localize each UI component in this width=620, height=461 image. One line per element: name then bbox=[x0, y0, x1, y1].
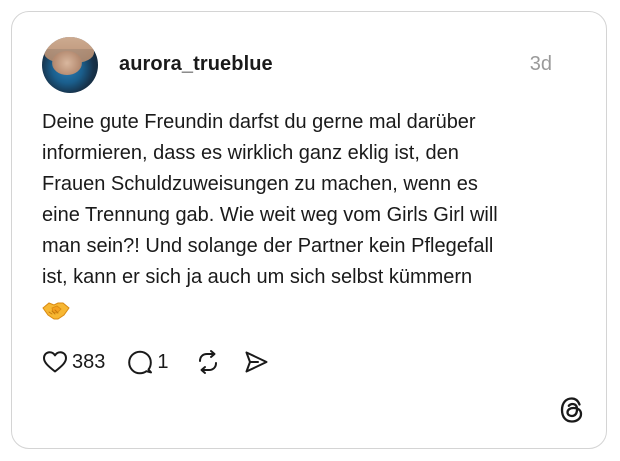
like-count: 383 bbox=[72, 350, 106, 373]
post-text: Deine gute Freundin darfst du gerne mal … bbox=[42, 107, 577, 293]
post-text-line: man sein?! Und solange der Partner kein … bbox=[42, 235, 494, 257]
post-actions: 383 1 bbox=[42, 348, 269, 376]
post-text-line: eine Trennung gab. Wie weit weg vom Girl… bbox=[42, 204, 498, 226]
post-text-line: Frauen Schuldzuweisungen zu machen, wenn… bbox=[42, 173, 478, 195]
repost-icon bbox=[198, 350, 217, 374]
repost-button[interactable] bbox=[195, 349, 221, 375]
heart-icon bbox=[43, 351, 67, 373]
post-card: aurora_trueblue 3d Deine gute Freundin d… bbox=[11, 11, 607, 449]
avatar[interactable] bbox=[42, 37, 98, 93]
threads-logo-icon bbox=[560, 397, 583, 423]
share-button[interactable] bbox=[243, 349, 269, 375]
handshake-emoji-icon bbox=[42, 302, 70, 320]
post-timestamp: 3d bbox=[529, 53, 552, 75]
post-text-line: Deine gute Freundin darfst du gerne mal … bbox=[42, 111, 476, 133]
like-button[interactable]: 383 bbox=[42, 350, 105, 374]
post-text-line: informieren, dass es wirklich ganz eklig… bbox=[42, 142, 459, 164]
post-text-line: ist, kann er sich ja auch um sich selbst… bbox=[42, 266, 473, 288]
reply-button[interactable]: 1 bbox=[127, 349, 169, 375]
reply-count: 1 bbox=[157, 350, 169, 373]
send-icon bbox=[245, 351, 267, 373]
username[interactable]: aurora_trueblue bbox=[119, 53, 273, 76]
comment-bubble-icon bbox=[128, 350, 153, 375]
